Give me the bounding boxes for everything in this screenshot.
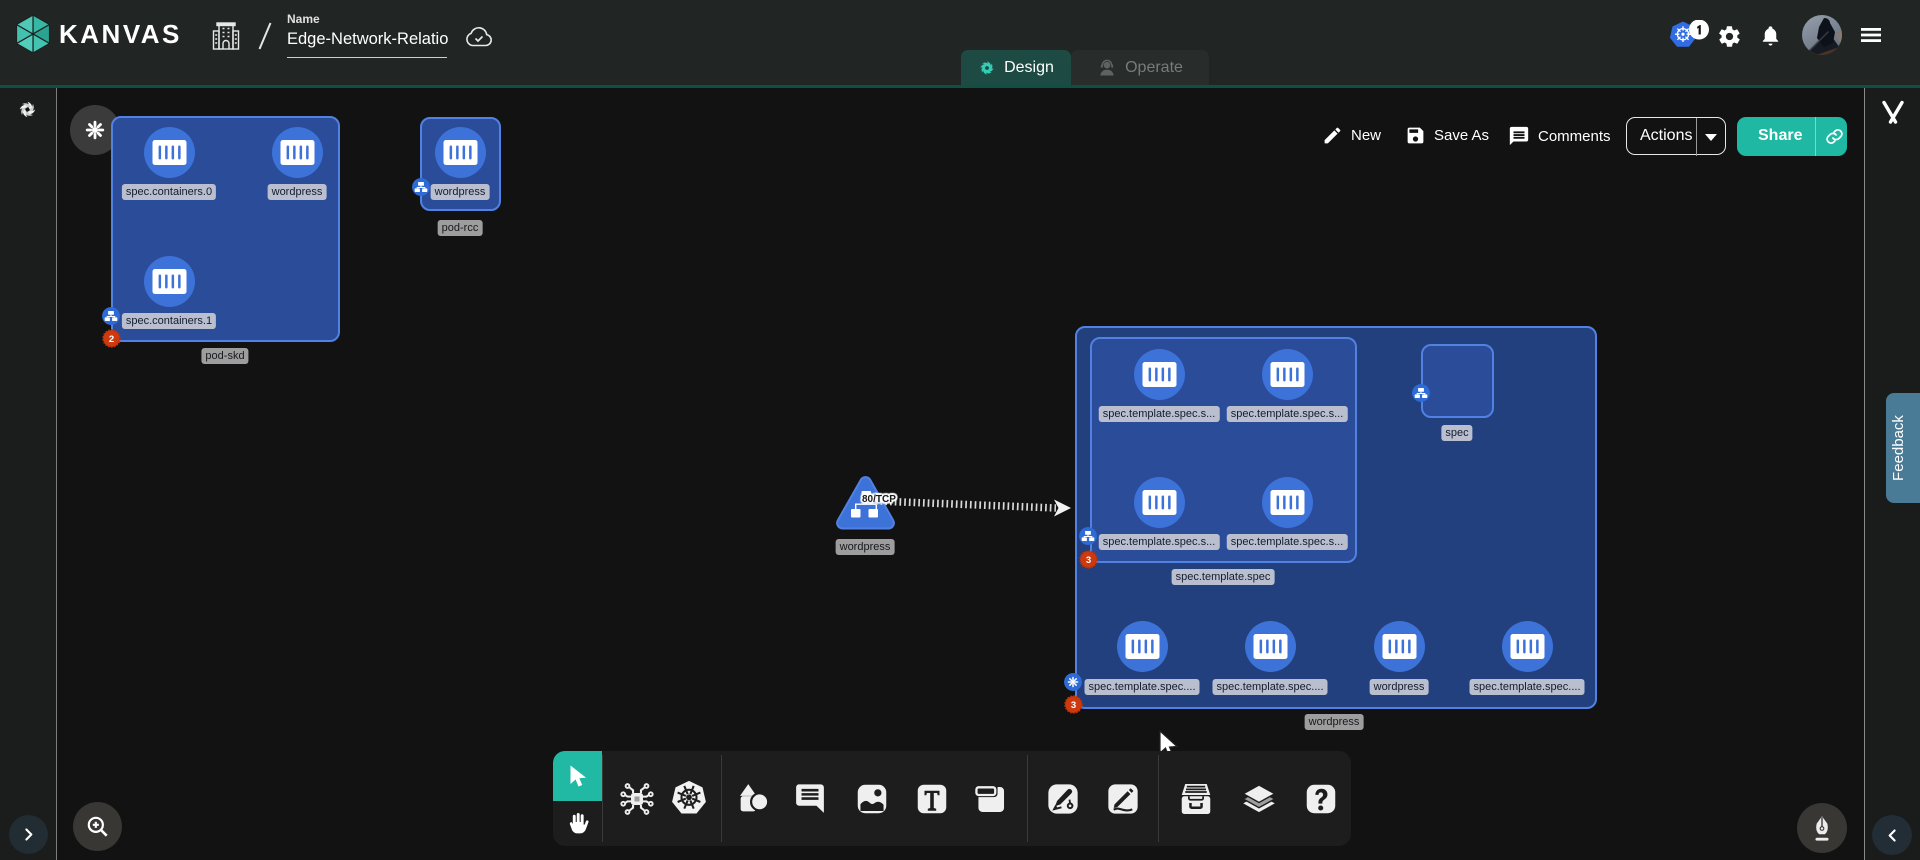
svg-text:2: 2 [109,334,114,345]
svg-text:3: 3 [1085,555,1090,566]
svg-text:3: 3 [1070,700,1075,711]
